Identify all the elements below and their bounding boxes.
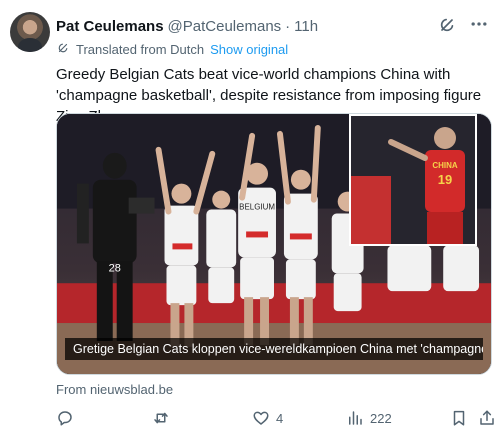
bookmark-icon bbox=[453, 410, 465, 426]
heart-icon bbox=[253, 411, 269, 425]
retweet-button[interactable] bbox=[152, 406, 176, 430]
bookmark-button[interactable] bbox=[450, 406, 468, 430]
separator-dot: · bbox=[285, 17, 291, 35]
views-button[interactable]: 222 bbox=[346, 406, 392, 430]
tweet-header: Pat Ceulemans @PatCeulemans · 11h bbox=[56, 16, 490, 36]
grok-icon[interactable] bbox=[436, 14, 458, 36]
reply-button[interactable] bbox=[56, 406, 80, 430]
translate-icon bbox=[56, 41, 70, 58]
views-count: 222 bbox=[370, 410, 392, 426]
tweet-media-image[interactable]: 28 BELGIUM CHINA 19 Gretige Belgian Cats… bbox=[56, 113, 492, 375]
share-button[interactable] bbox=[478, 406, 496, 430]
translation-label: Translated from Dutch bbox=[76, 42, 205, 57]
jersey-number-china: 19 bbox=[438, 172, 452, 187]
jersey-text-belgium: BELGIUM bbox=[239, 203, 275, 212]
timestamp[interactable]: 11h bbox=[294, 18, 318, 35]
like-button[interactable]: 4 bbox=[252, 406, 283, 430]
media-caption: Gretige Belgian Cats kloppen vice-wereld… bbox=[65, 338, 483, 360]
reply-icon bbox=[58, 411, 72, 426]
photographer-number: 28 bbox=[109, 262, 121, 274]
retweet-icon bbox=[154, 412, 168, 424]
author-name[interactable]: Pat Ceulemans bbox=[56, 18, 164, 35]
author-handle[interactable]: @PatCeulemans bbox=[168, 18, 282, 35]
share-icon bbox=[480, 410, 494, 425]
like-count: 4 bbox=[276, 410, 284, 426]
link-source[interactable]: From nieuwsblad.be bbox=[56, 382, 173, 397]
views-icon bbox=[349, 411, 362, 425]
jersey-text-china: CHINA bbox=[432, 161, 458, 170]
more-icon[interactable] bbox=[468, 12, 490, 36]
show-original-link[interactable]: Show original bbox=[210, 42, 288, 57]
inset-photo-china: CHINA 19 bbox=[349, 114, 477, 246]
action-bar: 4 222 bbox=[56, 406, 496, 432]
avatar[interactable] bbox=[10, 12, 50, 52]
translation-note: Translated from Dutch Show original bbox=[56, 41, 288, 58]
